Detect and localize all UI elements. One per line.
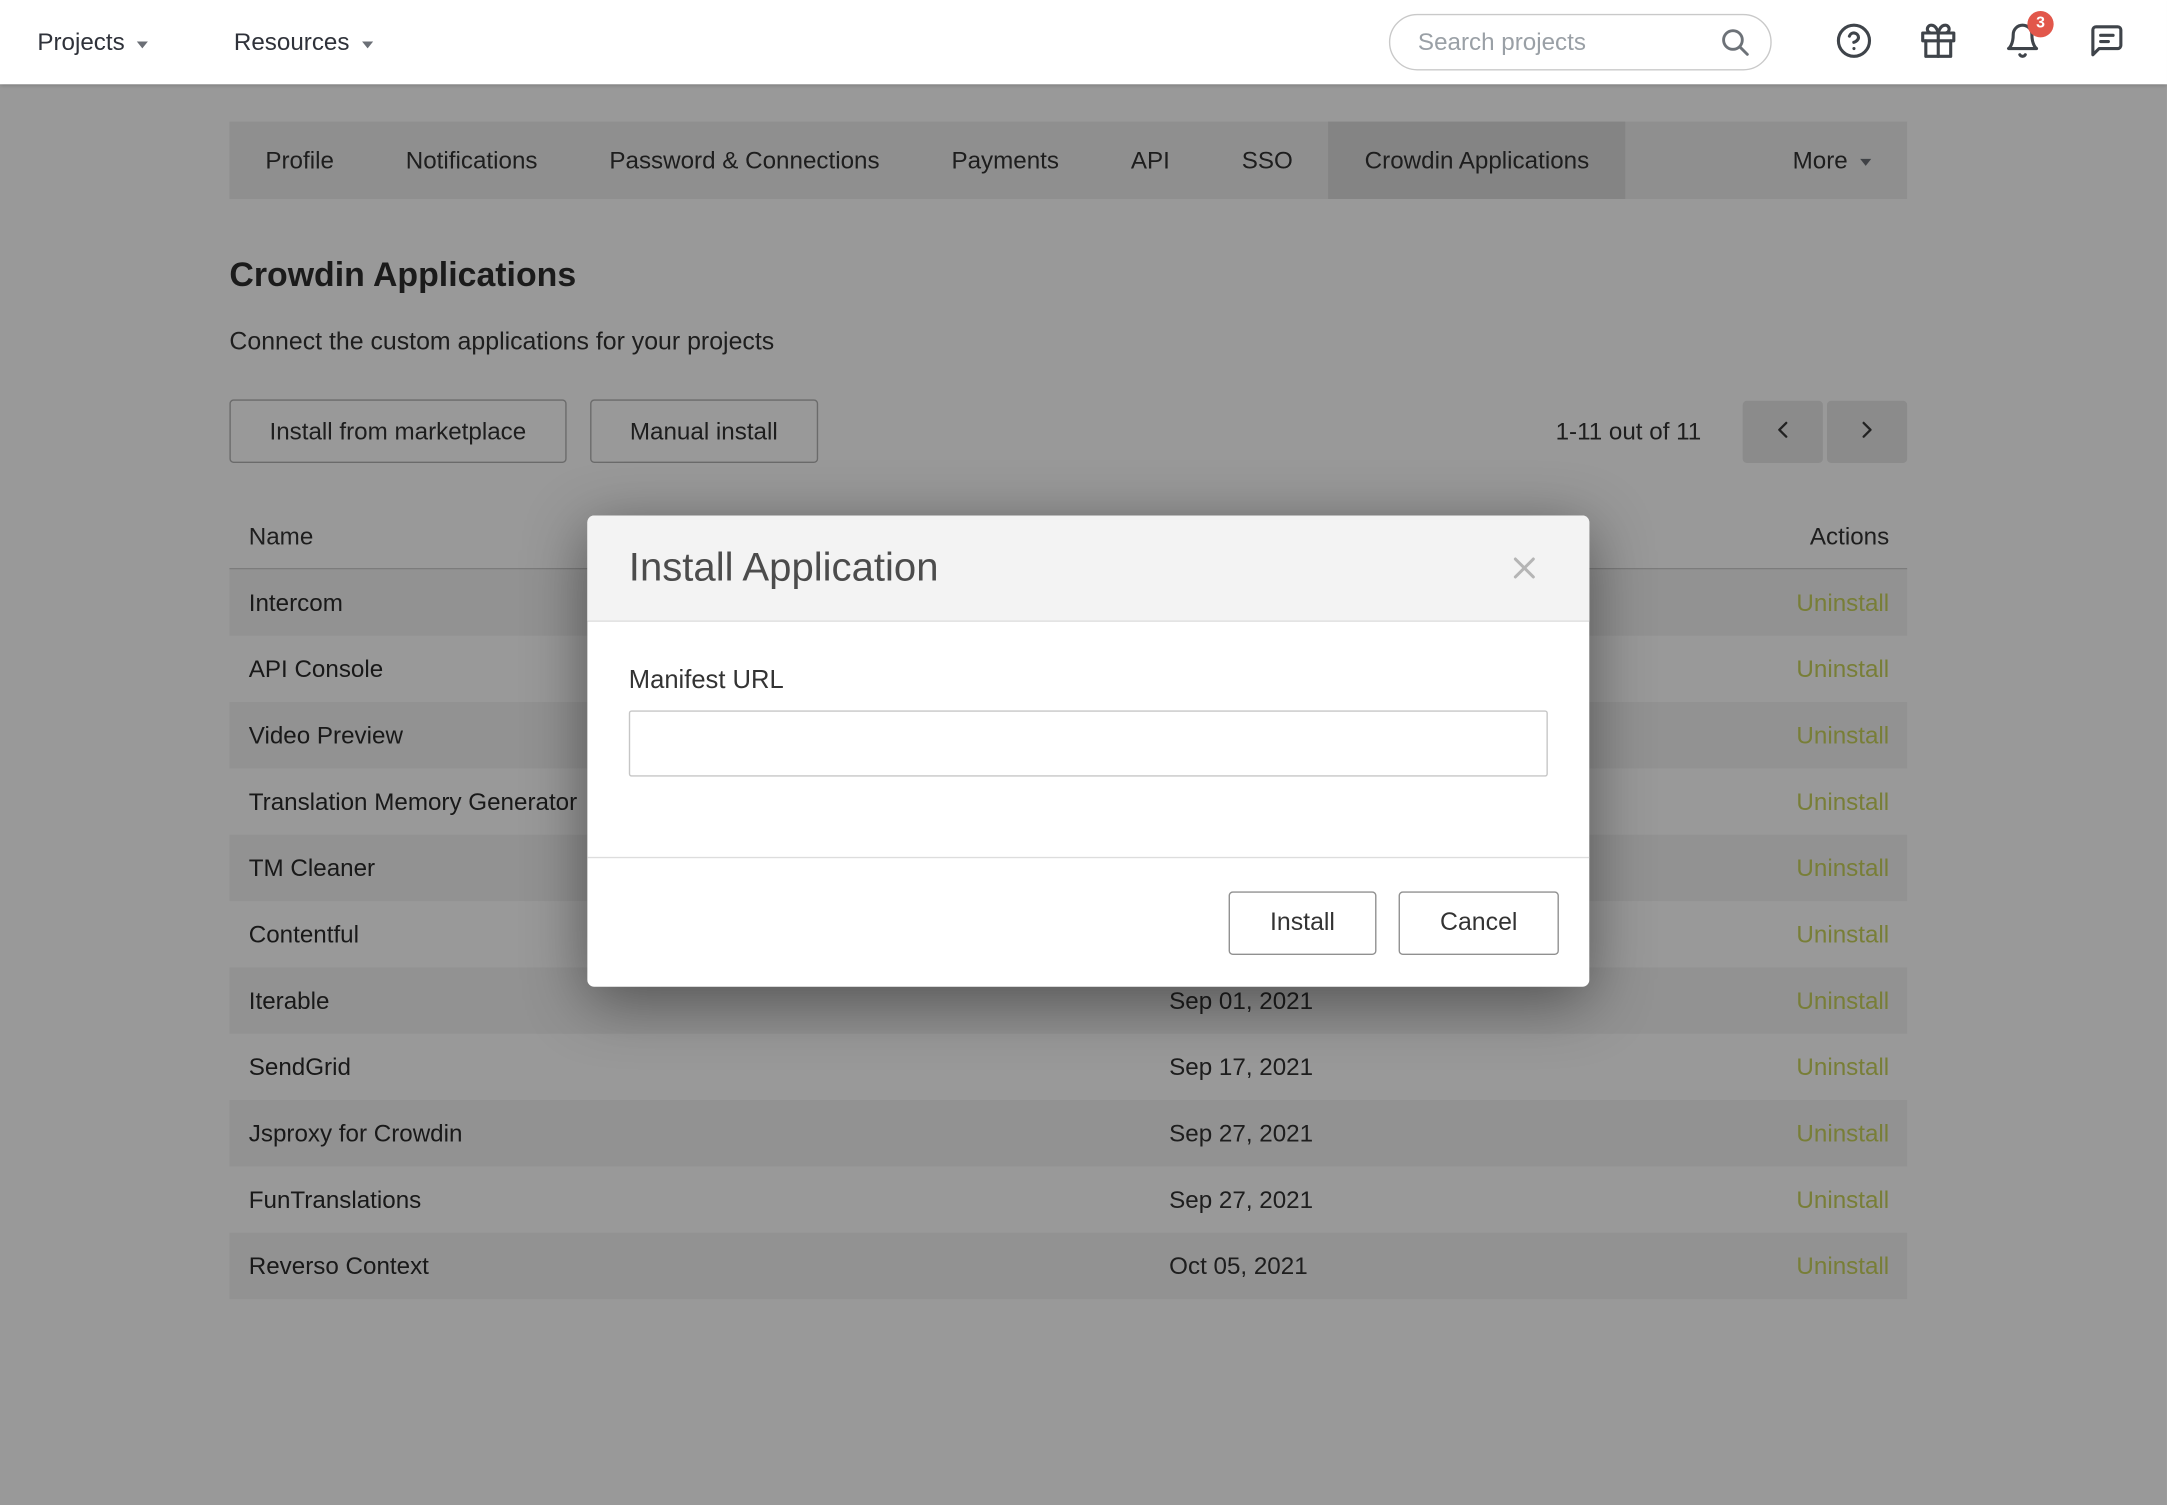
projects-menu-label: Projects — [37, 28, 124, 57]
screen: Projects Resources — [0, 0, 2167, 1505]
modal-footer: Install Cancel — [587, 857, 1589, 987]
close-icon[interactable] — [1501, 545, 1548, 592]
search-projects-box[interactable] — [1389, 14, 1772, 71]
notifications-button[interactable]: 3 — [1991, 12, 2052, 73]
chat-button[interactable] — [2076, 12, 2137, 73]
modal-header: Install Application — [587, 515, 1589, 621]
search-input[interactable] — [1389, 14, 1772, 71]
gift-button[interactable] — [1907, 12, 1968, 73]
help-button[interactable] — [1823, 12, 1884, 73]
help-icon — [1835, 21, 1872, 62]
modal-body: Manifest URL — [587, 622, 1589, 857]
chevron-down-icon — [137, 41, 148, 48]
install-application-modal: Install Application Manifest URL Install… — [587, 515, 1589, 986]
chat-icon — [2088, 21, 2125, 62]
cancel-button[interactable]: Cancel — [1399, 891, 1559, 955]
projects-menu[interactable]: Projects — [37, 28, 148, 57]
gift-icon — [1919, 21, 1956, 62]
search-icon[interactable] — [1718, 25, 1753, 66]
manifest-url-input[interactable] — [629, 710, 1548, 776]
resources-menu[interactable]: Resources — [234, 28, 373, 57]
modal-title: Install Application — [629, 545, 939, 591]
resources-menu-label: Resources — [234, 28, 350, 57]
install-button[interactable]: Install — [1229, 891, 1377, 955]
manifest-url-label: Manifest URL — [629, 665, 1548, 695]
top-navbar: Projects Resources — [0, 0, 2167, 84]
chevron-down-icon — [362, 41, 373, 48]
notification-count-badge: 3 — [2027, 10, 2053, 36]
